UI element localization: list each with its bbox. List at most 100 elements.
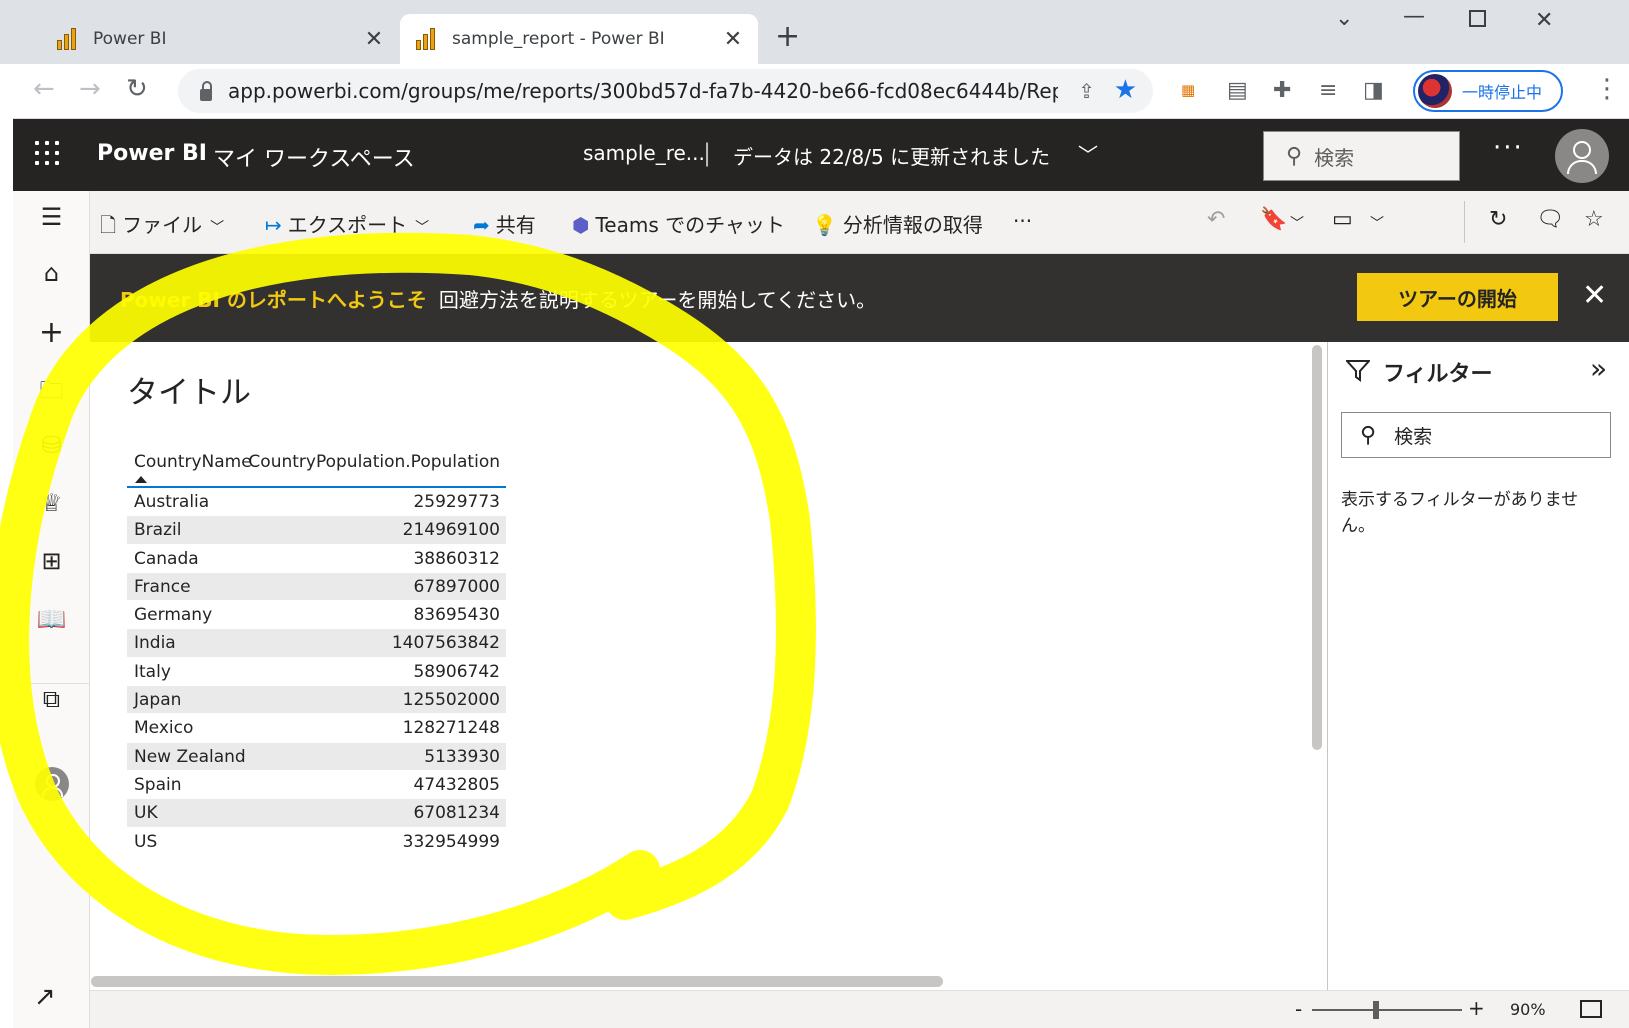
back-icon[interactable]: ← bbox=[33, 74, 55, 104]
table-row[interactable]: France 67897000 bbox=[127, 572, 506, 602]
table-row[interactable]: India 1407563842 bbox=[127, 629, 506, 658]
table-row[interactable]: Mexico 128271248 bbox=[127, 714, 506, 743]
chrome-menu-icon[interactable]: ⋮ bbox=[1594, 74, 1620, 104]
close-tab-icon[interactable]: ✕ bbox=[361, 27, 387, 52]
table-row[interactable]: Australia 25929773 bbox=[127, 488, 506, 517]
extension-notes-icon[interactable]: ▤ bbox=[1227, 78, 1248, 103]
extension-smartsurf-icon[interactable]: ▦ bbox=[1181, 81, 1195, 99]
zoom-slider-thumb[interactable] bbox=[1373, 1001, 1379, 1019]
browser-tab-powerbi[interactable]: Power BI ✕ bbox=[41, 14, 399, 64]
file-menu-label: ファイル bbox=[122, 213, 203, 237]
table-row[interactable]: Brazil 214969100 bbox=[127, 516, 506, 545]
maximize-window-icon[interactable] bbox=[1469, 10, 1486, 27]
brand-name[interactable]: Power BI bbox=[97, 141, 207, 166]
workspace-link[interactable]: マイ ワークスペース bbox=[213, 141, 415, 173]
goals-trophy-icon[interactable]: ♕ bbox=[13, 489, 90, 517]
refresh-icon[interactable]: ↻ bbox=[1489, 207, 1507, 232]
forward-icon[interactable]: → bbox=[79, 74, 101, 104]
get-insights-button[interactable]: 💡 分析情報の取得 bbox=[812, 209, 983, 238]
close-window-icon[interactable]: ✕ bbox=[1535, 8, 1553, 33]
zoom-in-button[interactable]: + bbox=[1468, 996, 1485, 1020]
search-input[interactable]: ⚲ 検索 bbox=[1263, 131, 1460, 181]
table-body: Australia 25929773 Brazil 214969100 Canada 38… bbox=[127, 488, 506, 856]
data-hub-icon[interactable]: ⛁ bbox=[13, 431, 90, 459]
address-bar[interactable]: app.powerbi.com/groups/me/reports/300bd5… bbox=[178, 69, 1153, 113]
table-row[interactable]: US 332954999 bbox=[127, 828, 506, 856]
reset-icon[interactable]: ↶ bbox=[1207, 207, 1225, 232]
minimize-window-icon[interactable]: — bbox=[1403, 4, 1425, 29]
lightbulb-icon: 💡 bbox=[812, 213, 837, 237]
close-banner-icon[interactable]: ✕ bbox=[1582, 278, 1607, 313]
cell-country-name: Brazil bbox=[134, 520, 182, 541]
table-row[interactable]: Spain 47432805 bbox=[127, 771, 506, 800]
search-placeholder: 検索 bbox=[1314, 145, 1355, 170]
browser-tab-sample-report[interactable]: sample_report - Power BI ✕ bbox=[400, 14, 758, 64]
cell-country-name: France bbox=[134, 576, 191, 597]
teams-chat-button[interactable]: ⬢ Teams でのチャット bbox=[572, 209, 785, 238]
export-menu[interactable]: ↦ エクスポート ﹀ bbox=[265, 209, 429, 238]
collapse-pane-icon[interactable]: » bbox=[1590, 352, 1607, 385]
url-text[interactable]: app.powerbi.com/groups/me/reports/300bd5… bbox=[228, 79, 1058, 103]
browser-tab-title: sample_report - Power BI bbox=[452, 29, 665, 49]
favorite-star-icon[interactable]: ☆ bbox=[1584, 207, 1604, 232]
report-name: sample_re... bbox=[583, 141, 705, 165]
extensions-puzzle-icon[interactable]: ✚ bbox=[1273, 78, 1291, 103]
browse-folder-icon[interactable]: 🗀 bbox=[13, 373, 90, 414]
banner-description: 回避方法を説明するツアーを開始してください。 bbox=[438, 288, 877, 312]
table-row[interactable]: UK 67081234 bbox=[127, 799, 506, 828]
column-header-countryname[interactable]: CountryName bbox=[134, 452, 252, 472]
bookmark-star-icon[interactable]: ★ bbox=[1114, 75, 1137, 105]
side-panel-icon[interactable]: ◨ bbox=[1363, 78, 1384, 103]
bookmark-icon[interactable]: 🔖 bbox=[1260, 207, 1287, 232]
vertical-scrollbar[interactable] bbox=[1312, 345, 1322, 750]
toolbar-more-icon[interactable]: ··· bbox=[1013, 209, 1032, 233]
table-row[interactable]: New Zealand 5133930 bbox=[127, 742, 506, 771]
table-row[interactable]: Canada 38860312 bbox=[127, 545, 506, 573]
table-row[interactable]: Germany 83695430 bbox=[127, 601, 506, 630]
table-row[interactable]: Italy 58906742 bbox=[127, 658, 506, 687]
column-header-population[interactable]: CountryPopulation.Population bbox=[248, 452, 500, 472]
zoom-slider-track[interactable] bbox=[1312, 1009, 1462, 1011]
filter-funnel-icon bbox=[1346, 360, 1370, 382]
app-launcher-icon[interactable] bbox=[35, 141, 59, 165]
reload-icon[interactable]: ↻ bbox=[126, 74, 148, 104]
tab-search-chevron-icon[interactable]: ⌄ bbox=[1335, 6, 1353, 31]
chevron-down-icon[interactable]: ﹀ bbox=[1370, 213, 1384, 233]
share-button[interactable]: ➦ 共有 bbox=[473, 209, 536, 238]
cell-population: 5133930 bbox=[424, 746, 500, 767]
learn-book-icon[interactable]: 📖 bbox=[13, 605, 90, 633]
filter-search-input[interactable]: ⚲ 検索 bbox=[1341, 412, 1611, 458]
new-tab-button[interactable]: + bbox=[775, 20, 800, 54]
table-row[interactable]: Japan 125502000 bbox=[127, 686, 506, 715]
rail-divider bbox=[13, 683, 90, 684]
fit-to-page-icon[interactable] bbox=[1580, 1000, 1602, 1018]
apps-icon[interactable]: ⊞ bbox=[13, 547, 90, 575]
hamburger-menu-icon[interactable]: ☰ bbox=[13, 203, 90, 231]
view-icon[interactable]: ▭ bbox=[1332, 207, 1353, 232]
cell-population: 83695430 bbox=[413, 605, 500, 626]
population-table[interactable]: CountryName CountryPopulation.Population… bbox=[127, 448, 506, 856]
workspaces-icon[interactable]: ⧉ bbox=[13, 685, 90, 713]
reading-list-icon[interactable]: ≡ bbox=[1319, 78, 1337, 103]
cell-population: 38860312 bbox=[413, 548, 500, 569]
create-icon[interactable]: + bbox=[13, 315, 90, 350]
account-avatar[interactable] bbox=[1555, 129, 1609, 183]
chevron-down-icon[interactable]: ﹀ bbox=[1078, 139, 1098, 168]
zoom-out-button[interactable]: - bbox=[1295, 997, 1302, 1021]
start-tour-button[interactable]: ツアーの開始 bbox=[1357, 273, 1558, 321]
comment-icon[interactable]: 🗨 bbox=[1536, 207, 1564, 232]
data-refresh-info[interactable]: データは 22/8/5 に更新されました bbox=[733, 141, 1050, 170]
expand-arrow-icon[interactable]: ↗ bbox=[34, 982, 56, 1012]
more-options-icon[interactable]: ··· bbox=[1493, 133, 1524, 163]
chevron-down-icon[interactable]: ﹀ bbox=[1290, 213, 1304, 233]
file-menu[interactable]: 🗋 ファイル ﹀ bbox=[100, 209, 224, 245]
get-insights-label: 分析情報の取得 bbox=[842, 213, 983, 237]
cell-population: 1407563842 bbox=[391, 633, 500, 654]
home-icon[interactable]: ⌂ bbox=[13, 259, 90, 287]
horizontal-scrollbar[interactable] bbox=[91, 976, 943, 987]
my-workspace-avatar[interactable] bbox=[35, 767, 69, 801]
share-page-icon[interactable]: ⇪ bbox=[1078, 79, 1095, 103]
close-tab-icon[interactable]: ✕ bbox=[720, 27, 746, 52]
profile-button[interactable]: 一時停止中 bbox=[1413, 70, 1563, 112]
cell-country-name: India bbox=[134, 633, 176, 654]
